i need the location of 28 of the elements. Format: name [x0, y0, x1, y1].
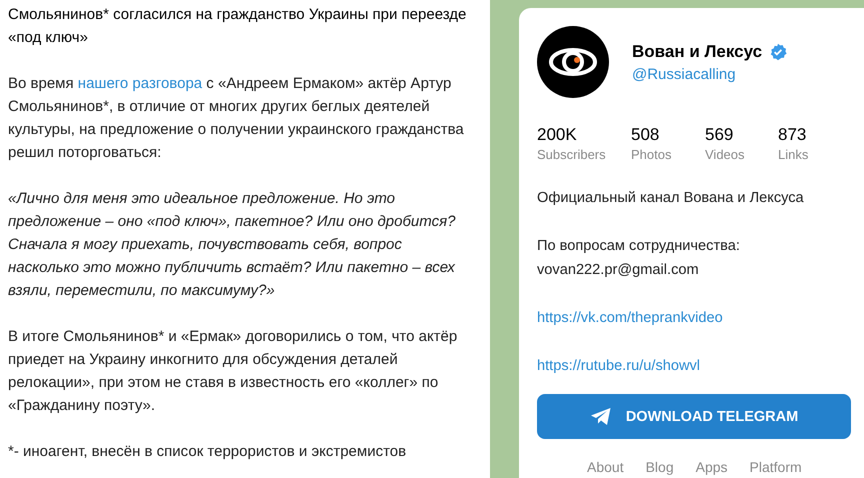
stat-value: 873 — [778, 125, 808, 145]
stat-label: Links — [778, 147, 810, 162]
stat-value: 569 — [705, 125, 734, 145]
article-quote: «Лично для меня это идеальное предложение. Но это предложение – оно «под ключ», пакетное? Или оно дробится? Сначала я могу приехать, почувствовать себя, вопрос насколько это можно публичить встаёт? Или пакетно – всех взяли, переместили, по максимуму?» — [8, 189, 456, 301]
footer-link[interactable]: Apps — [696, 459, 728, 475]
channel-link[interactable]: https://vk.com/theprankvideo — [537, 306, 864, 330]
channel-link[interactable]: https://rutube.ru/u/showvl — [537, 354, 864, 378]
description-text: По вопросам сотрудничества: — [537, 237, 741, 256]
article-paragraph: В итоге Смольянинов* и «Ермак» договорились о том, что актёр приедет на Украину инкогнито для обсуждения деталей релокации», при этом не ставя в известность его «коллег» по «Гражданину поэту». — [8, 327, 458, 416]
paper-plane-icon — [590, 407, 612, 426]
footer-link[interactable]: About — [587, 459, 624, 475]
article-paragraph: *- иноагент, внесён в список террористов и экстремистов — [8, 442, 408, 462]
stat-value: 508 — [631, 125, 660, 145]
description-text: Официальный канал Вована и Лексуса — [537, 189, 805, 208]
download-button[interactable]: DOWNLOAD TELEGRAM — [537, 394, 851, 439]
channel-username[interactable]: @Russiacalling — [632, 66, 788, 82]
description-text: vovan222.pr@gmail.com — [537, 261, 700, 280]
stat-value: 200K — [537, 125, 578, 145]
stat-label: Photos — [631, 147, 672, 162]
conversation-link[interactable]: нашего разговора — [78, 75, 202, 92]
footer-link[interactable]: Platform — [750, 459, 802, 475]
article-paragraph: Во время нашего разговора с «Андреем Ермаком» актёр Артур Смольянинов*, в отличие от многих других беглых деятелей культуры, на предложение о получении украинского гражданства решил поторговаться: — [8, 74, 465, 163]
footer-link[interactable]: Blog — [646, 459, 674, 475]
channel-name: Вован и Лексус — [632, 42, 762, 62]
stat-label: Videos — [705, 147, 746, 162]
article-title: Смольянинов* согласился на гражданство Украины при переезде «под ключ» — [8, 5, 468, 48]
eye-avatar-icon — [537, 26, 609, 98]
stat-label: Subscribers — [537, 147, 607, 162]
